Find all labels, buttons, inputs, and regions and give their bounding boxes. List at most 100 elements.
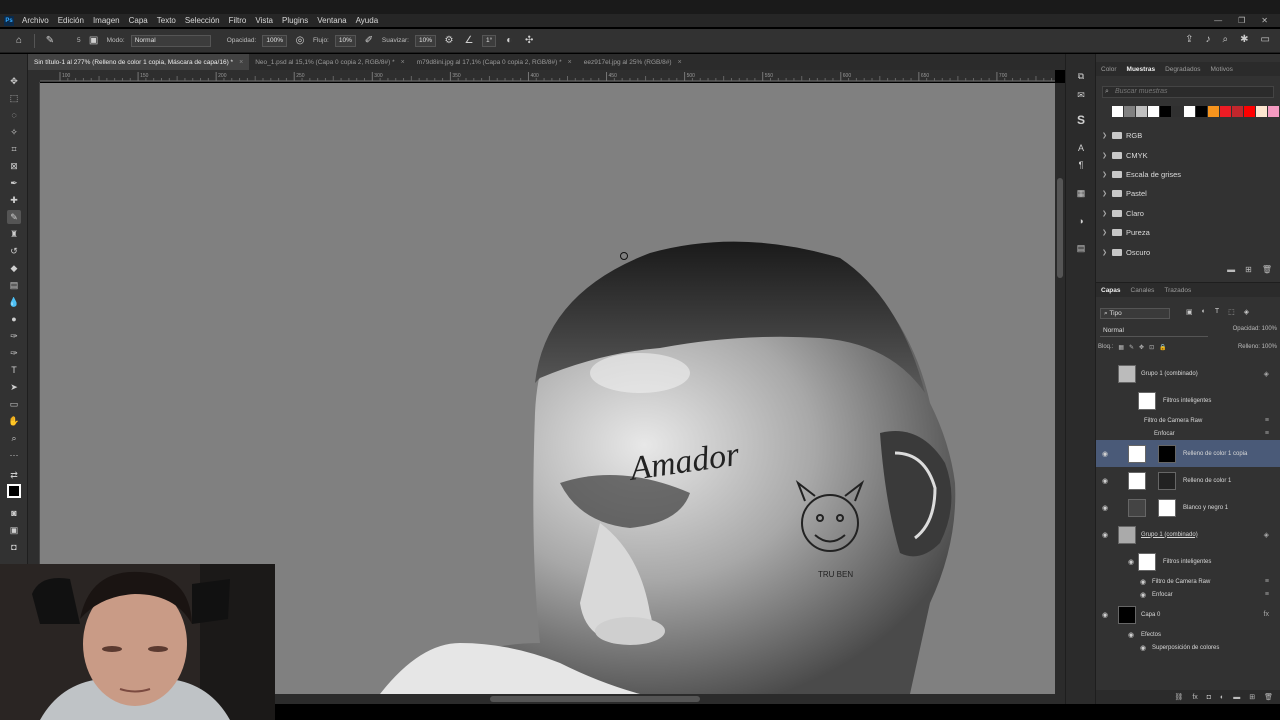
tab-document-2[interactable]: Neo_1.psd al 15,1% (Capa 0 copia 2, RGB/… <box>249 54 411 70</box>
eye-icon[interactable]: ◉ <box>1126 631 1136 639</box>
eye-icon[interactable]: ◉ <box>1100 450 1110 458</box>
pen-tool-icon[interactable]: ✑ <box>7 329 21 343</box>
properties-icon[interactable]: ▤ <box>1075 242 1087 254</box>
comment-icon[interactable]: ✉ <box>1075 89 1087 101</box>
color-swatch[interactable] <box>1136 106 1147 117</box>
color-swatch[interactable] <box>1196 106 1207 117</box>
filter-options-icon[interactable]: ≡ <box>1265 417 1269 424</box>
menu-edicion[interactable]: Edición <box>58 16 84 25</box>
symmetry-icon[interactable]: ✣ <box>522 35 536 46</box>
tab-document-1[interactable]: Sin título-1 al 277% (Relleno de color 1… <box>28 54 250 70</box>
brush-tool-preset-icon[interactable]: ✎ <box>43 35 57 46</box>
eye-icon[interactable]: ◉ <box>1138 578 1148 586</box>
workspace-icon[interactable]: ▭ <box>1261 34 1270 45</box>
add-mask-icon[interactable]: ◘ <box>1207 694 1211 701</box>
tab-patterns[interactable]: Motivos <box>1211 66 1233 73</box>
vertical-scrollbar[interactable] <box>1055 83 1065 694</box>
folder-item[interactable]: ❯ Pastel <box>1102 184 1274 203</box>
color-swatch[interactable] <box>1124 106 1135 117</box>
new-group-icon[interactable]: ▬ <box>1233 694 1240 701</box>
filter-type-icon[interactable]: T <box>1215 308 1219 316</box>
menu-archivo[interactable]: Archivo <box>22 16 49 25</box>
paragraph-icon[interactable]: ¶ <box>1075 159 1087 171</box>
tab-layers[interactable]: Capas <box>1101 287 1121 294</box>
move-tool-icon[interactable]: ✥ <box>7 74 21 88</box>
color-swatch[interactable] <box>1208 106 1219 117</box>
smooth-field[interactable]: 10% <box>415 34 437 47</box>
lightbulb-icon[interactable]: ✱ <box>1240 34 1248 45</box>
camera-icon[interactable]: ◘ <box>7 540 21 554</box>
lock-position-icon[interactable]: ✥ <box>1139 344 1144 351</box>
layer-row[interactable]: ◉ Filtros inteligentes <box>1096 548 1280 575</box>
dodge-tool-icon[interactable]: ● <box>7 312 21 326</box>
marquee-tool-icon[interactable]: ⬚ <box>7 91 21 105</box>
lock-icon[interactable]: 🔒 <box>1159 344 1166 351</box>
layer-row[interactable]: ◉ Capa 0 fx <box>1096 601 1280 628</box>
flow-field[interactable]: 10% <box>334 34 356 47</box>
color-swatch[interactable] <box>1160 106 1171 117</box>
home-icon[interactable]: ⌂ <box>12 35 26 46</box>
pressure-size-icon[interactable]: ◐ <box>502 35 516 46</box>
tab-paths[interactable]: Trazados <box>1164 287 1191 294</box>
tab-gradients[interactable]: Degradados <box>1165 66 1200 73</box>
swap-colors-icon[interactable]: ⇄ <box>7 468 21 482</box>
rectangle-tool-icon[interactable]: ▭ <box>7 397 21 411</box>
filter-pixel-icon[interactable]: ▣ <box>1186 308 1193 316</box>
eraser-tool-icon[interactable]: ◆ <box>7 261 21 275</box>
close-window-icon[interactable]: ✕ <box>1261 16 1268 25</box>
eye-icon[interactable]: ◉ <box>1138 644 1148 652</box>
character-icon[interactable]: A <box>1075 142 1087 154</box>
menu-ventana[interactable]: Ventana <box>317 16 346 25</box>
color-swatch[interactable] <box>1256 106 1267 117</box>
close-icon[interactable]: × <box>239 59 243 66</box>
filter-adjustment-icon[interactable]: ◐ <box>1202 308 1206 316</box>
eyedropper-tool-icon[interactable]: ✒ <box>7 176 21 190</box>
color-swatch[interactable] <box>1244 106 1255 117</box>
blur-tool-icon[interactable]: 💧 <box>7 295 21 309</box>
layer-row[interactable]: ◉ Blanco y negro 1 <box>1096 494 1280 521</box>
eye-icon[interactable]: ◉ <box>1100 504 1110 512</box>
pen-tool-icon[interactable]: ✑ <box>7 346 21 360</box>
lock-pixels-icon[interactable]: ✎ <box>1129 344 1134 351</box>
tab-document-3[interactable]: m79d8ini.jpg al 17,1% (Capa 0 copia 2, R… <box>411 54 578 70</box>
layer-row[interactable]: Grupo 1 (combinado) ◈ <box>1096 360 1280 387</box>
layer-row[interactable]: ◉ Efectos <box>1096 628 1280 641</box>
history-brush-icon[interactable]: ↺ <box>7 244 21 258</box>
blend-mode-select[interactable]: Normal <box>1100 326 1208 337</box>
filter-smart-icon[interactable]: ◈ <box>1244 308 1249 316</box>
mode-select[interactable]: Normal <box>130 34 211 47</box>
new-swatch-icon[interactable]: ⊞ <box>1245 265 1252 274</box>
filter-shape-icon[interactable]: ⬚ <box>1228 308 1235 316</box>
tab-color[interactable]: Color <box>1101 66 1117 73</box>
color-swatch[interactable] <box>1172 106 1183 117</box>
color-swatch[interactable] <box>1148 106 1159 117</box>
adjustments-icon[interactable]: ◑ <box>1075 215 1087 227</box>
crop-tool-icon[interactable]: ⌗ <box>7 142 21 156</box>
folder-item[interactable]: ❯ Claro <box>1102 204 1274 223</box>
layer-filter-select[interactable]: ⌕ Tipo <box>1100 308 1170 319</box>
color-swatch[interactable] <box>1184 106 1195 117</box>
filter-options-icon[interactable]: ≡ <box>1265 591 1269 598</box>
eye-icon[interactable]: ◉ <box>1138 591 1148 599</box>
angle-field[interactable]: 1° <box>482 34 497 47</box>
lock-transparency-icon[interactable]: ▦ <box>1118 344 1124 351</box>
layer-row[interactable]: ◉ Filtro de Camera Raw ≡ <box>1096 575 1280 588</box>
layer-row[interactable]: Filtros inteligentes <box>1096 387 1280 414</box>
new-adjustment-icon[interactable]: ◐ <box>1220 694 1224 701</box>
color-swatch[interactable] <box>1220 106 1231 117</box>
filter-options-icon[interactable]: ≡ <box>1265 430 1269 437</box>
tab-swatches[interactable]: Muestras <box>1127 66 1156 73</box>
folder-item[interactable]: ❯ RGB <box>1102 126 1274 145</box>
swatch-search-input[interactable]: ⌕ Buscar muestras <box>1102 86 1274 98</box>
more-tools-icon[interactable]: ··· <box>7 448 21 462</box>
search-icon[interactable]: ⌕ <box>1223 34 1229 45</box>
layer-row[interactable]: Filtro de Camera Raw ≡ <box>1096 414 1280 427</box>
stamp-tool-icon[interactable]: ♜ <box>7 227 21 241</box>
layer-row[interactable]: ◉ Superposición de colores <box>1096 641 1280 654</box>
eye-icon[interactable]: ◉ <box>1100 531 1110 539</box>
tab-channels[interactable]: Canales <box>1131 287 1155 294</box>
zoom-tool-icon[interactable]: ⌕ <box>7 431 21 445</box>
airbrush-icon[interactable]: ✐ <box>362 35 376 46</box>
layer-row[interactable]: Enfocar ≡ <box>1096 427 1280 440</box>
brush-tool-icon[interactable]: ✎ <box>7 210 21 224</box>
